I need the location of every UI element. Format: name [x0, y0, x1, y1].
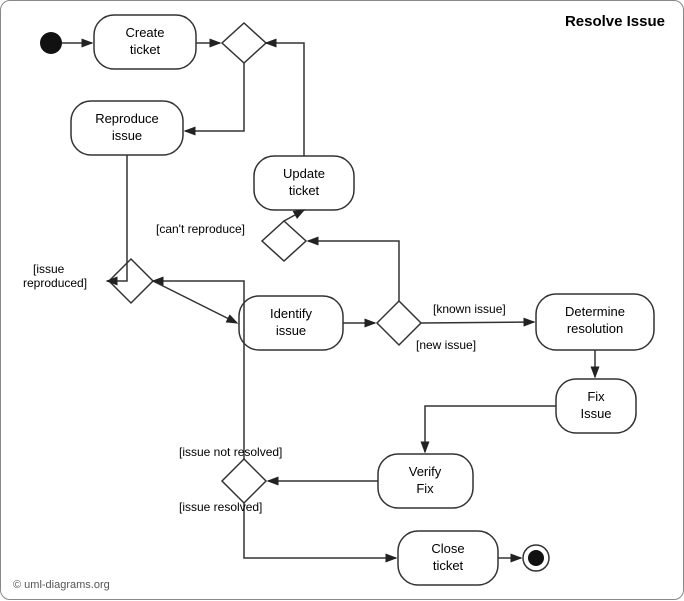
label-cant-reproduce: [can't reproduce] — [156, 222, 245, 236]
svg-text:resolution: resolution — [567, 321, 623, 336]
arr-de-close — [244, 503, 396, 558]
arr-update-da — [266, 43, 304, 156]
arr-dd-update — [284, 210, 304, 221]
svg-text:issue: issue — [112, 128, 142, 143]
diamond-c — [377, 301, 421, 345]
svg-text:Update: Update — [283, 166, 325, 181]
arr-dc-dd — [308, 241, 399, 301]
label-new-issue: [new issue] — [416, 338, 476, 352]
main-svg: Create ticket Reproduce issue Update tic… — [1, 1, 684, 601]
svg-text:reproduced]: reproduced] — [23, 276, 87, 290]
arr-da-reproduce — [185, 63, 244, 131]
svg-text:Fix: Fix — [416, 481, 434, 496]
svg-text:Verify: Verify — [409, 464, 442, 479]
svg-text:ticket: ticket — [289, 183, 320, 198]
svg-text:Reproduce: Reproduce — [95, 111, 159, 126]
diamond-e — [222, 459, 266, 503]
label-resolved: [issue resolved] — [179, 500, 262, 514]
arr-fix-verify — [425, 406, 556, 452]
label-not-resolved: [issue not resolved] — [179, 445, 282, 459]
create-ticket-text2: ticket — [130, 42, 161, 57]
arr-de-db — [153, 281, 244, 459]
arr-dc-determine — [421, 322, 534, 323]
label-issue-reproduced: [issue — [33, 262, 65, 276]
diamond-d — [262, 221, 306, 261]
end-inner — [528, 550, 544, 566]
svg-text:Issue: Issue — [580, 406, 611, 421]
label-known-issue: [known issue] — [433, 302, 506, 316]
start-dot — [40, 32, 62, 54]
svg-text:Close: Close — [431, 541, 464, 556]
svg-text:Fix: Fix — [587, 389, 605, 404]
svg-text:Determine: Determine — [565, 304, 625, 319]
arr-db-identify — [153, 281, 237, 323]
svg-text:Identify: Identify — [270, 306, 312, 321]
diagram-container: Resolve Issue Create ticket — [0, 0, 684, 600]
diamond-a — [222, 23, 266, 63]
arr-reproduce-db — [107, 155, 127, 281]
copyright: © uml-diagrams.org — [13, 579, 110, 591]
svg-text:ticket: ticket — [433, 558, 464, 573]
create-ticket-text1: Create — [125, 25, 164, 40]
svg-text:issue: issue — [276, 323, 306, 338]
